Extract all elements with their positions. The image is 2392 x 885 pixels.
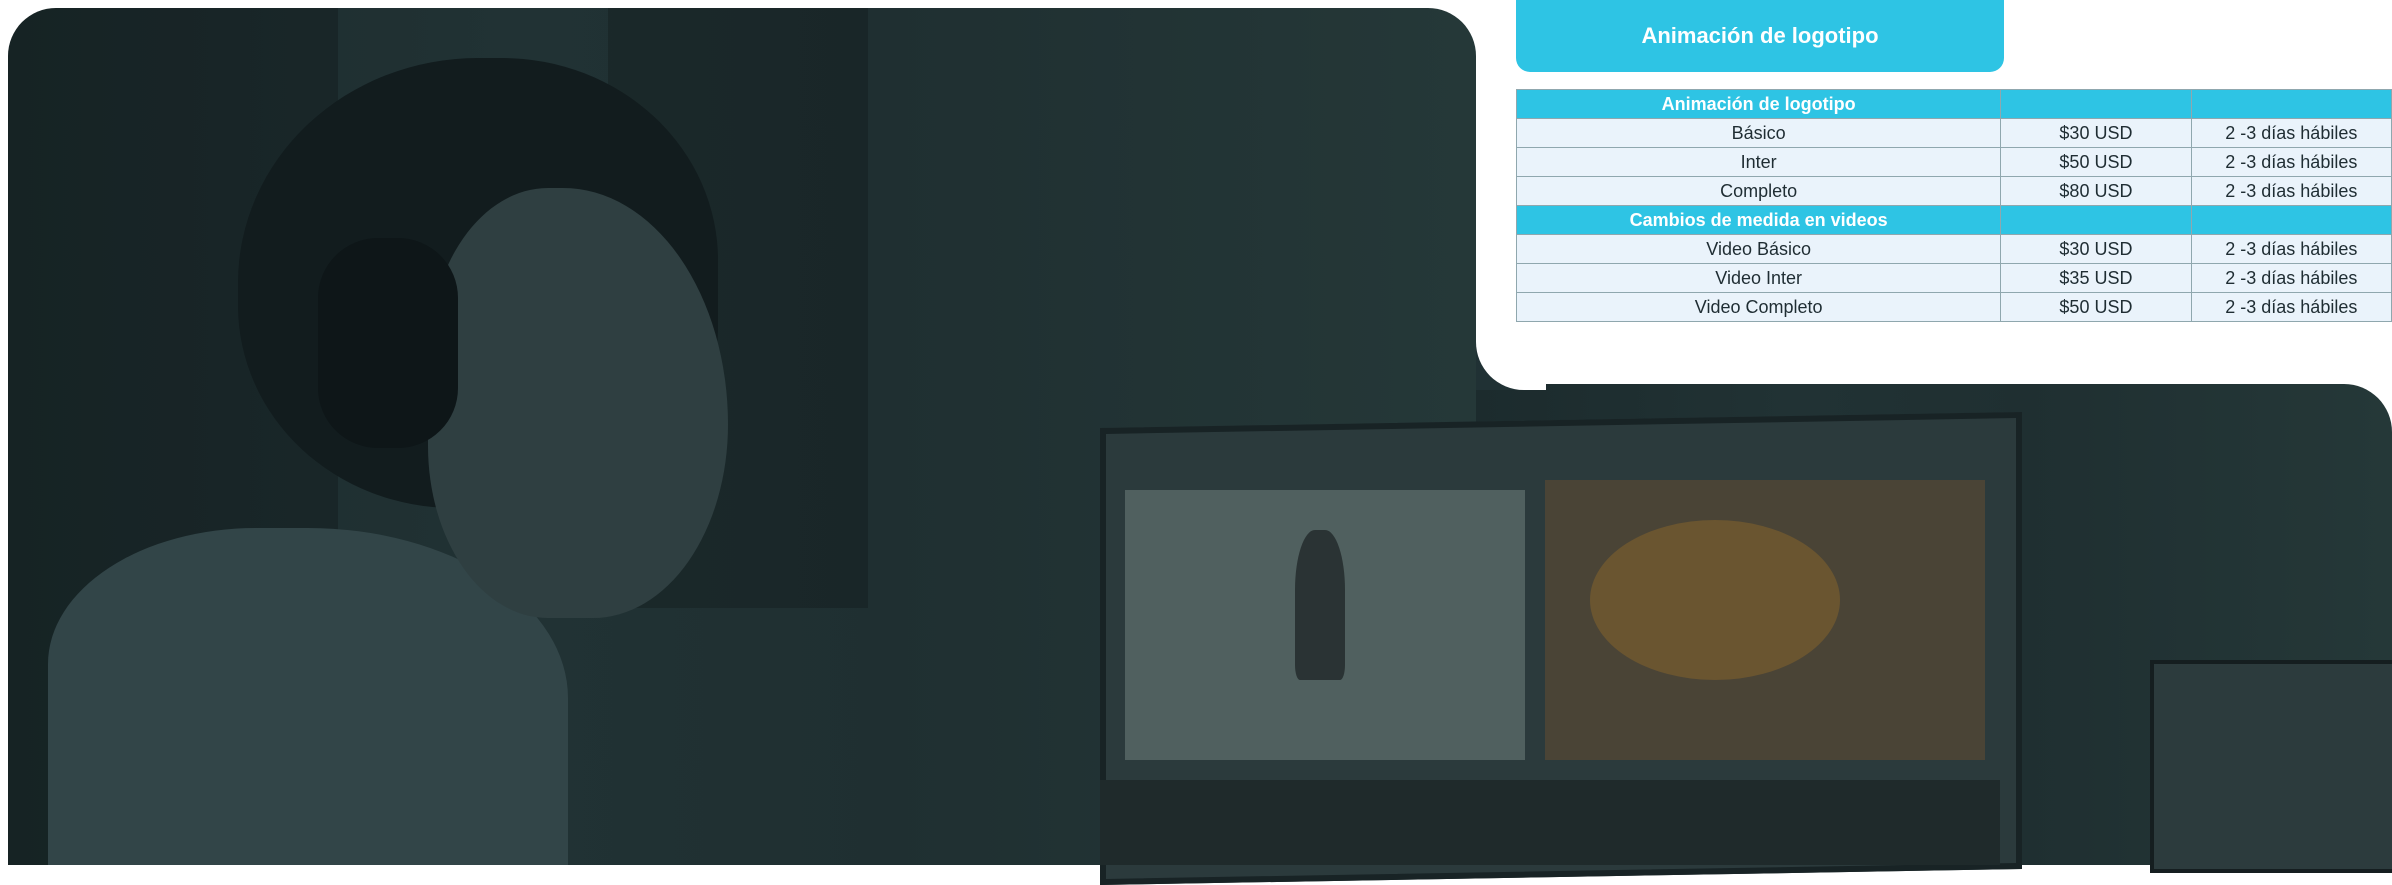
service-name: Video Inter [1515, 263, 2002, 293]
service-time: 2 -3 días hábiles [2190, 147, 2392, 177]
table-row: Video Inter $35 USD 2 -3 días hábiles [1515, 263, 2392, 293]
table-row: Video Básico $30 USD 2 -3 días hábiles [1515, 234, 2392, 264]
table-section-heading: Animación de logotipo [1515, 89, 2392, 119]
service-price: $80 USD [2000, 176, 2192, 206]
price-table: Animación de logotipo Básico $30 USD 2 -… [1515, 89, 2392, 322]
service-price: $50 USD [2000, 147, 2192, 177]
service-name: Básico [1515, 118, 2002, 148]
service-price: $30 USD [2000, 234, 2192, 264]
table-row: Inter $50 USD 2 -3 días hábiles [1515, 147, 2392, 177]
video-figure [1295, 530, 1345, 680]
service-price: $35 USD [2000, 263, 2192, 293]
service-time: 2 -3 días hábiles [2190, 263, 2392, 293]
service-price: $50 USD [2000, 292, 2192, 322]
section-title-card: Animación de logotipo [1516, 0, 2004, 72]
table-row: Completo $80 USD 2 -3 días hábiles [1515, 176, 2392, 206]
section-heading-label: Cambios de medida en videos [1515, 205, 2002, 235]
service-time: 2 -3 días hábiles [2190, 118, 2392, 148]
service-name: Inter [1515, 147, 2002, 177]
headphones [318, 238, 458, 448]
service-time: 2 -3 días hábiles [2190, 292, 2392, 322]
table-section-heading: Cambios de medida en videos [1515, 205, 2392, 235]
service-time: 2 -3 días hábiles [2190, 176, 2392, 206]
editing-timeline [1100, 780, 2000, 865]
service-name: Video Básico [1515, 234, 2002, 264]
service-name: Video Completo [1515, 292, 2002, 322]
video-guitar [1590, 520, 1840, 680]
section-title: Animación de logotipo [1641, 23, 1879, 48]
table-row: Video Completo $50 USD 2 -3 días hábiles [1515, 292, 2392, 322]
table-row: Básico $30 USD 2 -3 días hábiles [1515, 118, 2392, 148]
service-time: 2 -3 días hábiles [2190, 234, 2392, 264]
service-name: Completo [1515, 176, 2002, 206]
tablet [2150, 660, 2392, 873]
section-heading-label: Animación de logotipo [1515, 89, 2002, 119]
service-price: $30 USD [2000, 118, 2192, 148]
